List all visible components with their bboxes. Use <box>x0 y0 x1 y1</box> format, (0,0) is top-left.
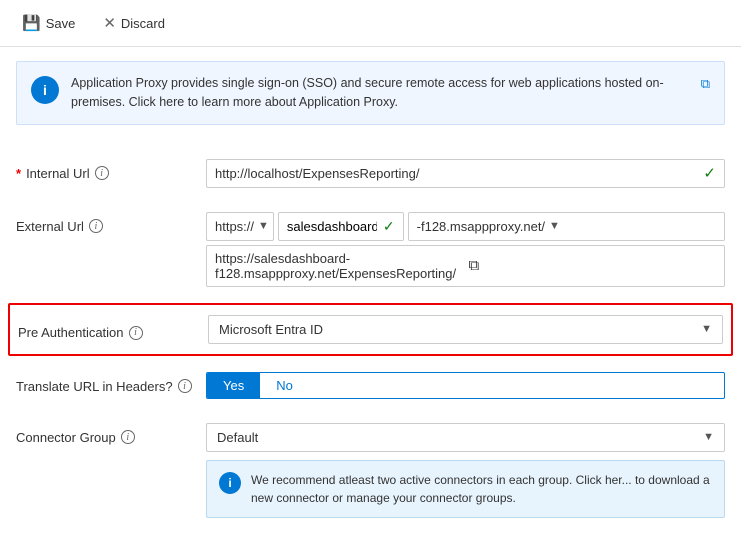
discard-button[interactable]: ✕ Discard <box>97 10 171 36</box>
internal-url-control: ✓ <box>206 159 725 188</box>
pre-auth-info-icon[interactable]: i <box>129 326 143 340</box>
external-url-control: https:// ▼ ✓ -f128.msappproxy.net/ ▼ htt… <box>206 212 725 287</box>
connector-group-info-box: i We recommend atleast two active connec… <box>206 460 725 518</box>
connector-group-label: Connector Group i <box>16 423 206 445</box>
banner-external-link-icon[interactable]: ⧉ <box>701 76 710 92</box>
internal-url-info-icon[interactable]: i <box>95 166 109 180</box>
subdomain-input-wrapper: ✓ <box>278 212 404 241</box>
connector-info-circle-icon: i <box>219 472 241 494</box>
toolbar: 💾 Save ✕ Discard <box>0 0 741 47</box>
pre-auth-label-text: Pre Authentication <box>18 325 124 340</box>
connector-group-value-text: Default <box>217 430 258 445</box>
protocol-chevron-icon: ▼ <box>258 220 269 232</box>
protocol-select-wrapper[interactable]: https:// ▼ <box>206 212 274 241</box>
pre-auth-value-text: Microsoft Entra ID <box>219 322 323 337</box>
domain-selected-value: -f128.msappproxy.net/ <box>417 219 545 234</box>
subdomain-check-icon: ✓ <box>383 218 395 235</box>
pre-auth-label: Pre Authentication i <box>18 318 208 340</box>
internal-url-check-icon: ✓ <box>695 164 724 182</box>
translate-url-label-text: Translate URL in Headers? <box>16 379 173 394</box>
external-url-info-icon[interactable]: i <box>89 219 103 233</box>
protocol-selected-value: https:// <box>215 219 254 234</box>
domain-chevron-icon: ▼ <box>549 220 560 232</box>
internal-url-row: * Internal Url i ✓ <box>16 147 725 200</box>
external-url-top-row: https:// ▼ ✓ -f128.msappproxy.net/ ▼ <box>206 212 725 241</box>
full-url-box: https://salesdashboard-f128.msappproxy.n… <box>206 245 725 287</box>
full-url-text: https://salesdashboard-f128.msappproxy.n… <box>215 251 463 281</box>
subdomain-input[interactable] <box>287 219 377 234</box>
external-url-label-text: External Url <box>16 219 84 234</box>
translate-url-control: Yes No <box>206 372 725 399</box>
connector-group-select[interactable]: Default ▼ <box>206 423 725 452</box>
connector-group-label-text: Connector Group <box>16 430 116 445</box>
save-icon: 💾 <box>22 14 41 32</box>
no-toggle-button[interactable]: No <box>260 373 309 398</box>
form-area: * Internal Url i ✓ External Url i https:… <box>0 139 741 546</box>
copy-url-icon[interactable]: ⧉ <box>469 257 717 274</box>
external-url-row: External Url i https:// ▼ ✓ -f128.msappp… <box>16 200 725 299</box>
info-circle-icon: i <box>31 76 59 104</box>
save-label: Save <box>46 16 76 31</box>
internal-url-input[interactable] <box>207 160 695 187</box>
connector-group-chevron-icon: ▼ <box>703 431 714 443</box>
required-indicator: * <box>16 166 21 181</box>
info-banner: i Application Proxy provides single sign… <box>16 61 725 125</box>
pre-auth-chevron-icon: ▼ <box>701 323 712 335</box>
connector-group-control: Default ▼ i We recommend atleast two act… <box>206 423 725 518</box>
external-url-label: External Url i <box>16 212 206 234</box>
translate-url-row: Translate URL in Headers? i Yes No <box>16 360 725 411</box>
discard-label: Discard <box>121 16 165 31</box>
pre-auth-select[interactable]: Microsoft Entra ID ▼ <box>208 315 723 344</box>
domain-select-wrapper[interactable]: -f128.msappproxy.net/ ▼ <box>408 212 725 241</box>
internal-url-label-text: Internal Url <box>26 166 90 181</box>
internal-url-input-wrapper: ✓ <box>206 159 725 188</box>
translate-url-label: Translate URL in Headers? i <box>16 372 206 394</box>
pre-auth-row: Pre Authentication i Microsoft Entra ID … <box>8 303 733 356</box>
pre-auth-control: Microsoft Entra ID ▼ <box>208 315 723 344</box>
yes-no-toggle: Yes No <box>206 372 725 399</box>
connector-group-row: Connector Group i Default ▼ i We recomme… <box>16 411 725 530</box>
connector-info-text: We recommend atleast two active connecto… <box>251 471 712 507</box>
translate-url-info-icon[interactable]: i <box>178 379 192 393</box>
internal-url-label: * Internal Url i <box>16 159 206 181</box>
banner-text: Application Proxy provides single sign-o… <box>71 74 681 112</box>
yes-toggle-button[interactable]: Yes <box>207 373 260 398</box>
connector-group-info-icon[interactable]: i <box>121 430 135 444</box>
save-button[interactable]: 💾 Save <box>16 10 81 36</box>
discard-icon: ✕ <box>103 14 116 32</box>
